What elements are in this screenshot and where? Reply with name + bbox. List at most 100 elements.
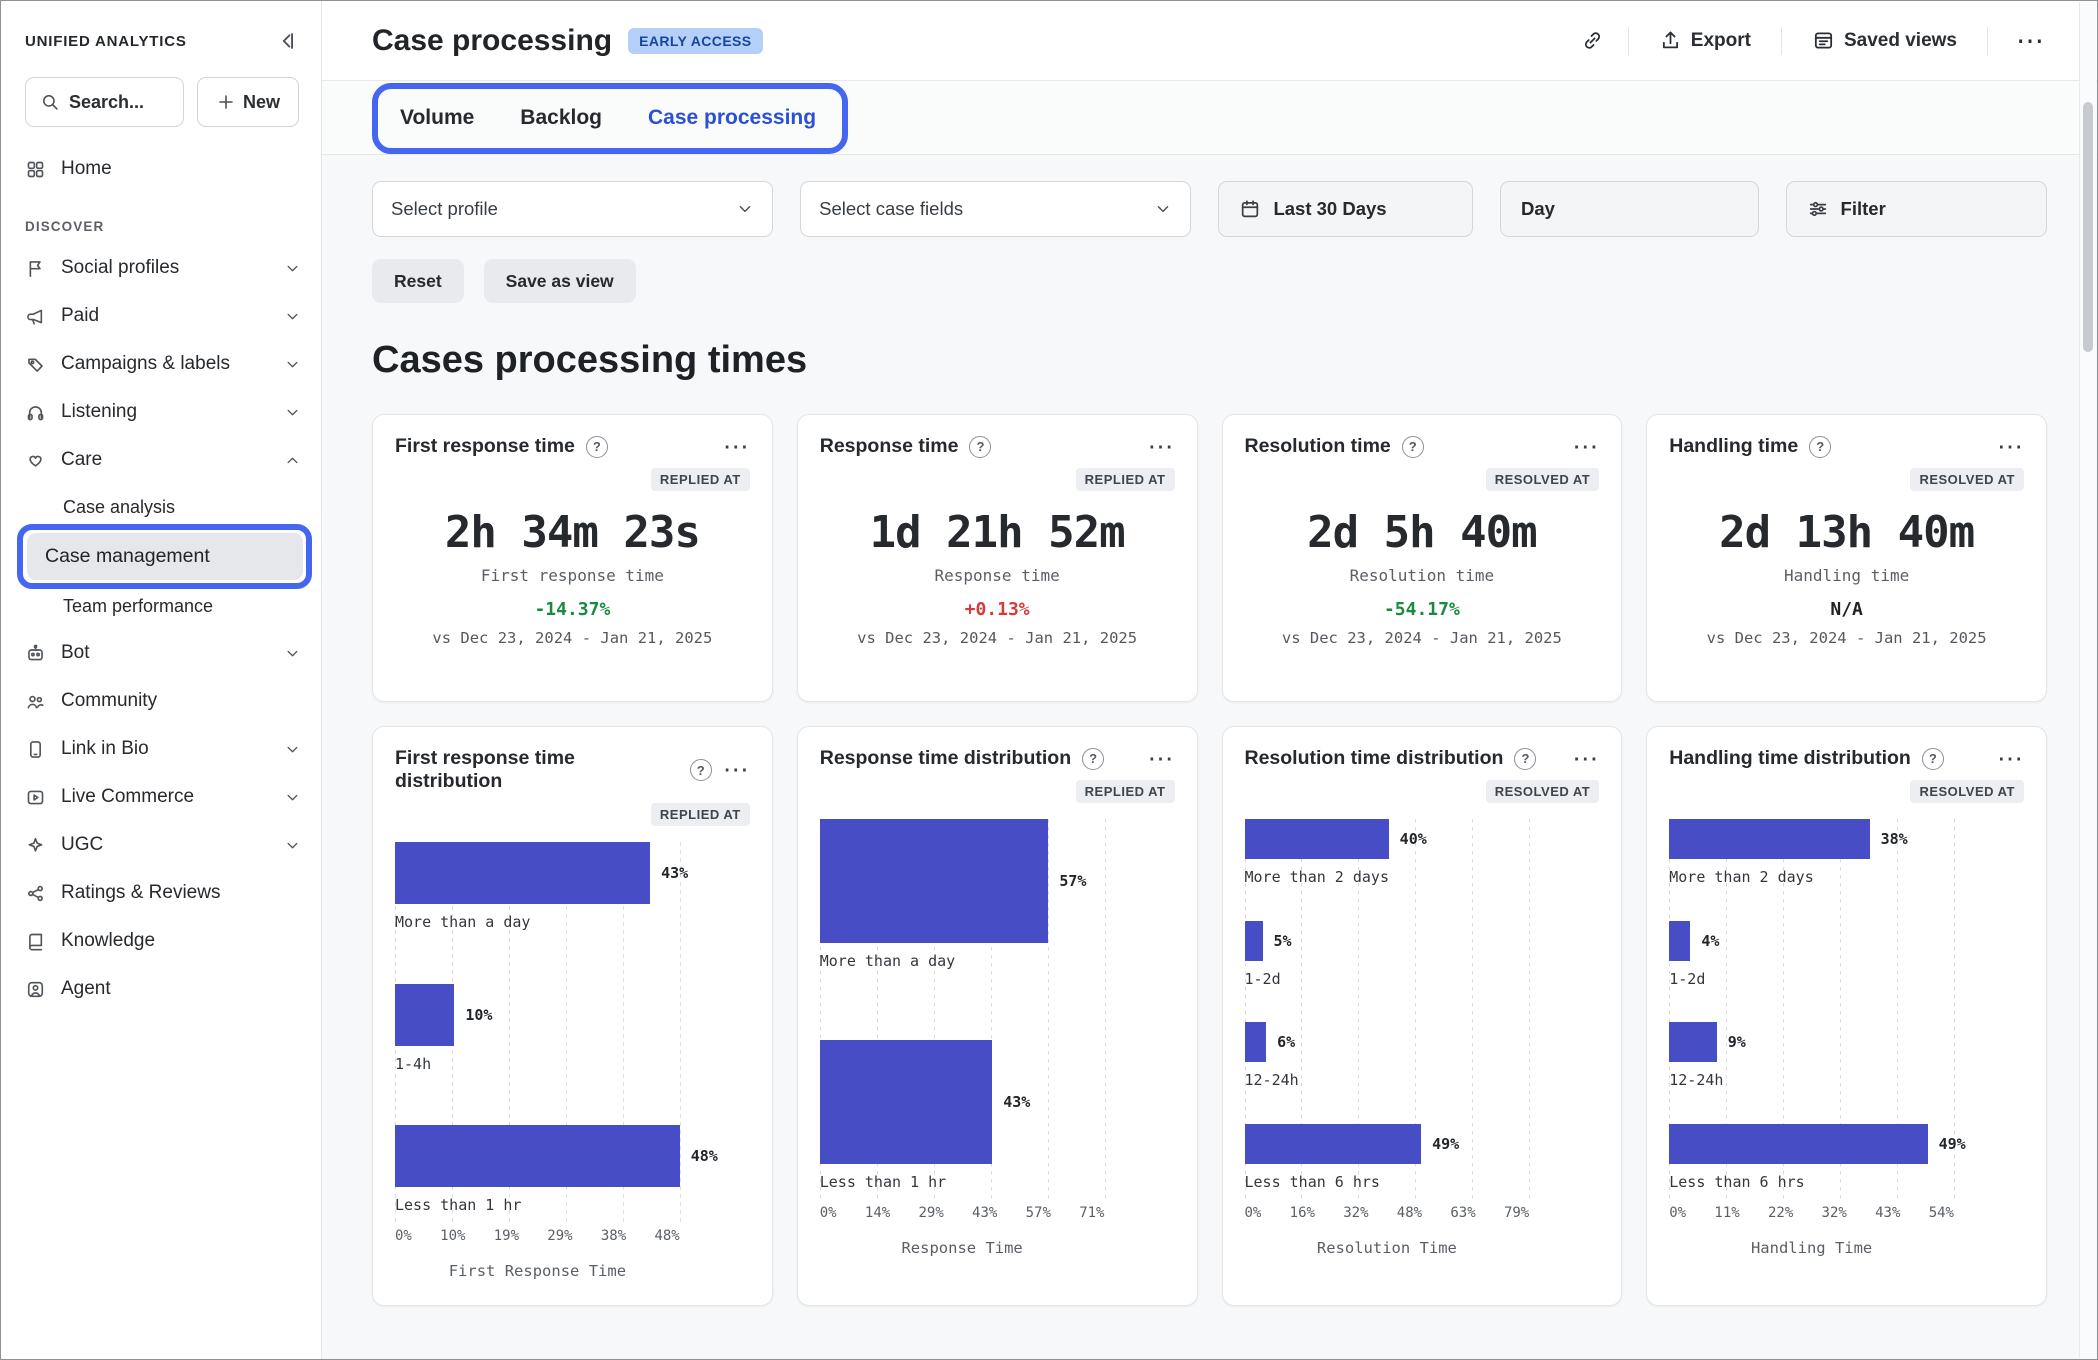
granularity-dropdown[interactable]: Day [1500, 181, 1759, 237]
bar-value-label: 10% [465, 1006, 492, 1024]
bar[interactable] [395, 984, 454, 1046]
search-input[interactable]: Search... [25, 77, 184, 127]
card-menu-icon[interactable]: ⋯ [723, 439, 750, 455]
filter-button[interactable]: Filter [1786, 181, 2047, 237]
help-icon[interactable]: ? [1809, 436, 1831, 458]
sidebar-item-team-performance[interactable]: Team performance [1, 583, 321, 629]
divider [1781, 27, 1782, 55]
sidebar-item-label: Paid [61, 305, 99, 327]
sidebar-item-campaigns-labels[interactable]: Campaigns & labels [1, 340, 321, 388]
bar[interactable] [1669, 819, 1869, 859]
x-tick-label: 14% [865, 1205, 890, 1221]
select-profile-dropdown[interactable]: Select profile [372, 181, 773, 237]
sidebar-item-live-commerce[interactable]: Live Commerce [1, 773, 321, 821]
sidebar-item-ratings-reviews[interactable]: Ratings & Reviews [1, 869, 321, 917]
phone-icon [25, 739, 46, 760]
help-icon[interactable]: ? [1514, 748, 1536, 770]
export-button[interactable]: Export [1653, 28, 1757, 53]
bar[interactable] [820, 1040, 992, 1164]
select-case-fields-dropdown[interactable]: Select case fields [800, 181, 1191, 237]
sidebar-item-ugc[interactable]: UGC [1, 821, 321, 869]
bar[interactable] [395, 842, 650, 904]
card-menu-icon[interactable]: ⋯ [1148, 439, 1175, 455]
chevron-down-icon [284, 645, 301, 662]
saved-views-button[interactable]: Saved views [1806, 28, 1963, 53]
bar-category-label: More than a day [820, 952, 1175, 970]
x-tick-label: 48% [654, 1228, 679, 1244]
bar[interactable] [1669, 921, 1690, 961]
card-menu-icon[interactable]: ⋯ [723, 762, 750, 778]
x-tick-label: 32% [1822, 1205, 1847, 1221]
help-icon[interactable]: ? [1922, 748, 1944, 770]
sidebar-item-label: Link in Bio [61, 738, 149, 760]
bar[interactable] [1245, 819, 1389, 859]
bar[interactable] [1669, 1022, 1716, 1062]
copy-link-button[interactable] [1581, 29, 1604, 52]
scrollbar-thumb[interactable] [2083, 102, 2093, 352]
more-options-icon[interactable]: ⋯ [2012, 27, 2049, 55]
kpi-label: First response time [395, 566, 750, 585]
headphones-icon [25, 402, 46, 423]
date-range-button[interactable]: Last 30 Days [1218, 181, 1473, 237]
bar-group: 43%More than a day [395, 842, 750, 931]
help-icon[interactable]: ? [1402, 436, 1424, 458]
sidebar-item-community[interactable]: Community [1, 677, 321, 725]
bar-category-label: More than 2 days [1245, 868, 1600, 886]
bar-group: 4%1-2d [1669, 921, 2024, 988]
sidebar-item-paid[interactable]: Paid [1, 292, 321, 340]
sidebar-item-social-profiles[interactable]: Social profiles [1, 244, 321, 292]
x-tick-label: 0% [1669, 1205, 1686, 1221]
bar-group: 43%Less than 1 hr [820, 1040, 1175, 1191]
page-title: Case processing [372, 24, 612, 58]
bar[interactable] [1245, 1022, 1267, 1062]
sidebar-item-agent[interactable]: Agent [1, 965, 321, 1013]
card-menu-icon[interactable]: ⋯ [1997, 439, 2024, 455]
vertical-scrollbar[interactable] [2079, 2, 2096, 1358]
reset-button[interactable]: Reset [372, 259, 464, 303]
bar-category-label: Less than 1 hr [395, 1196, 750, 1214]
save-as-view-button[interactable]: Save as view [484, 259, 636, 303]
sidebar-item-home[interactable]: Home [1, 145, 321, 193]
x-axis-ticks: 0%10%19%29%38%48% [395, 1228, 680, 1244]
sidebar-item-case-analysis[interactable]: Case analysis [1, 484, 321, 530]
x-tick-label: 10% [440, 1228, 465, 1244]
bar[interactable] [1245, 921, 1263, 961]
sidebar-item-link-in-bio[interactable]: Link in Bio [1, 725, 321, 773]
x-tick-label: 16% [1290, 1205, 1315, 1221]
content-area: Select profile Select case fields Last 3… [322, 155, 2097, 1359]
section-title: Cases processing times [372, 339, 2047, 382]
sidebar-item-knowledge[interactable]: Knowledge [1, 917, 321, 965]
tab-case-processing[interactable]: Case processing [648, 100, 816, 136]
bar-value-label: 57% [1059, 872, 1086, 890]
divider [1987, 27, 1988, 55]
bar[interactable] [1245, 1124, 1422, 1164]
sidebar-item-care[interactable]: Care [1, 436, 321, 484]
tab-backlog[interactable]: Backlog [520, 100, 602, 136]
bar-group: 40%More than 2 days [1245, 819, 1600, 886]
sidebar-item-bot[interactable]: Bot [1, 629, 321, 677]
card-menu-icon[interactable]: ⋯ [1148, 751, 1175, 767]
card-menu-icon[interactable]: ⋯ [1572, 439, 1599, 455]
bar[interactable] [395, 1125, 680, 1187]
sidebar-item-case-management[interactable]: Case management [27, 533, 303, 580]
bar-category-label: 1-4h [395, 1055, 750, 1073]
help-icon[interactable]: ? [586, 436, 608, 458]
tab-volume[interactable]: Volume [400, 100, 474, 136]
x-tick-label: 38% [601, 1228, 626, 1244]
help-icon[interactable]: ? [690, 759, 712, 781]
kpi-value: 1d 21h 52m [820, 507, 1175, 558]
help-icon[interactable]: ? [1082, 748, 1104, 770]
collapse-sidebar-icon[interactable] [275, 29, 299, 53]
status-badge: RESOLVED AT [1910, 780, 2024, 803]
bar-group: 9%12-24h [1669, 1022, 2024, 1089]
bar[interactable] [820, 819, 1049, 943]
sidebar-item-listening[interactable]: Listening [1, 388, 321, 436]
sliders-icon [1807, 198, 1829, 220]
card-menu-icon[interactable]: ⋯ [1997, 751, 2024, 767]
help-icon[interactable]: ? [969, 436, 991, 458]
bar-value-label: 48% [691, 1147, 718, 1165]
card-menu-icon[interactable]: ⋯ [1572, 751, 1599, 767]
new-button[interactable]: New [197, 77, 299, 127]
bar[interactable] [1669, 1124, 1927, 1164]
kpi-delta: -14.37% [395, 599, 750, 620]
